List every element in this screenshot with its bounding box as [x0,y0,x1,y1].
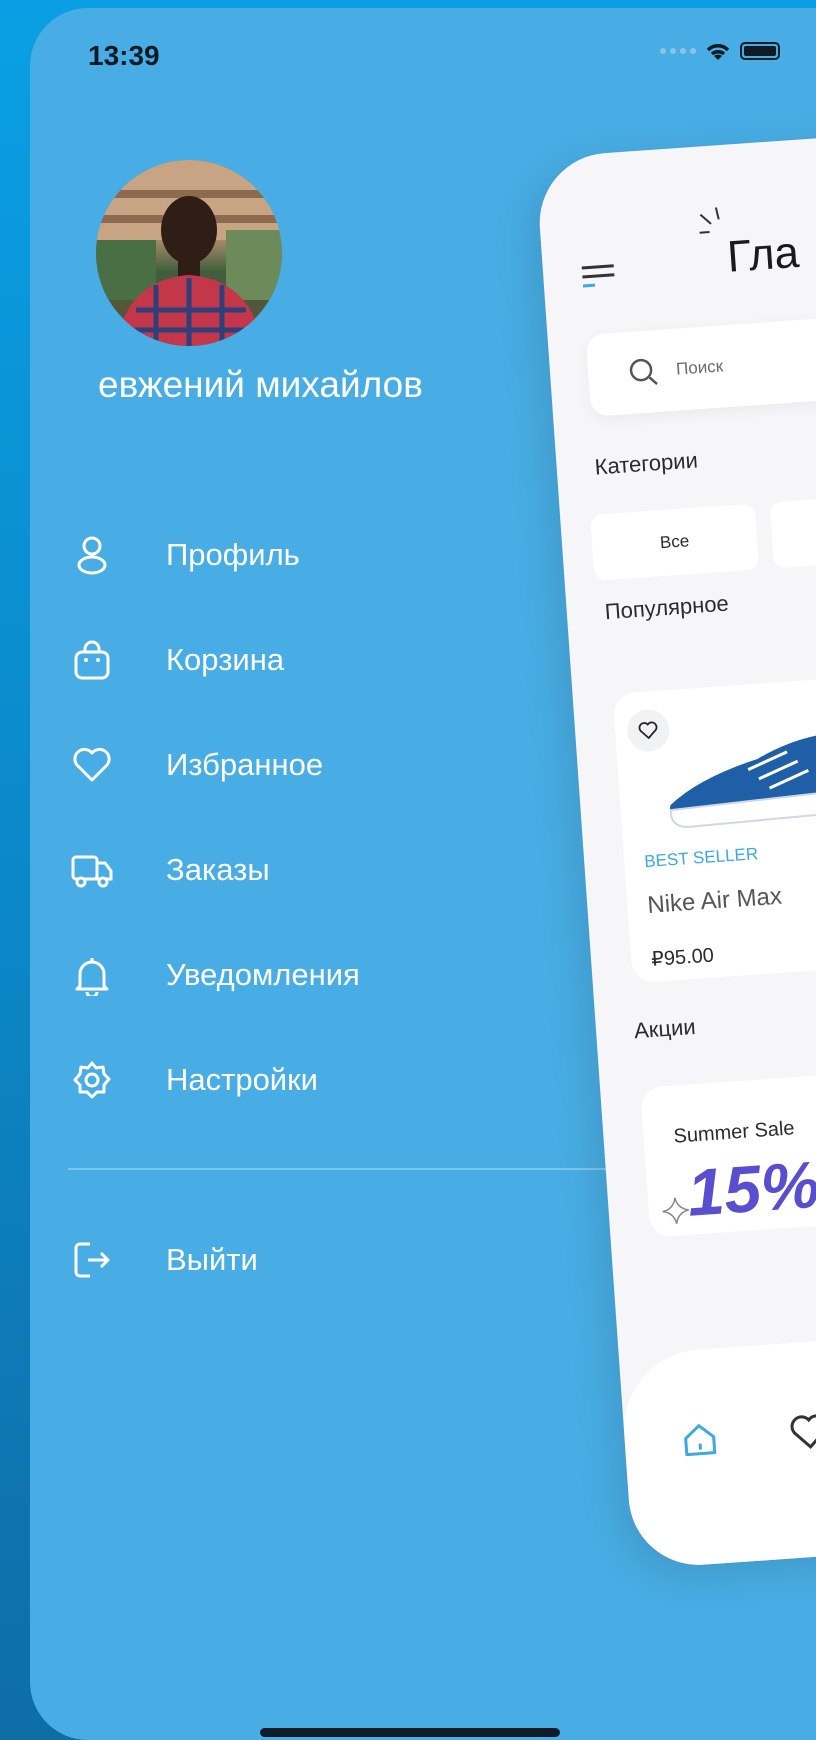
logout-label: Выйти [166,1242,258,1277]
signal-icon [660,48,696,54]
bag-icon [70,638,114,682]
bottom-nav [618,1318,816,1570]
promo-headline: 15% O [684,1142,816,1230]
sparkle-icon [662,1197,689,1224]
promo-banner[interactable]: Summer Sale 15% O [640,1064,816,1238]
gear-icon [70,1058,114,1102]
heart-icon [70,743,114,787]
menu-item-favorites[interactable]: Избранное [70,730,530,800]
menu-label-notifications: Уведомления [166,957,360,992]
avatar[interactable] [96,160,282,346]
product-badge: BEST SELLER [643,844,759,872]
product-card[interactable]: BEST SELLER Nike Air Max ₽95.00 [612,670,816,984]
search-placeholder: Поиск [675,356,724,379]
menu-label-settings: Настройки [166,1062,319,1097]
menu-label-favorites: Избранное [166,747,324,782]
home-icon[interactable] [678,1418,721,1461]
search-icon [629,358,658,385]
person-icon [70,533,114,577]
heart-icon[interactable] [788,1411,816,1454]
truck-icon [70,848,114,892]
product-name: Nike Air Max [646,882,783,919]
shoe-image [669,731,816,829]
menu-label-orders: Заказы [166,852,270,887]
category-chip-all[interactable]: Все [590,503,760,581]
promo-subtitle: Summer Sale [672,1117,796,1148]
menu-item-orders[interactable]: Заказы [70,835,530,905]
user-name: евжений михайлов [98,364,423,405]
logout-button[interactable]: Выйти [70,1225,530,1295]
category-chip[interactable] [769,490,816,569]
status-icons [660,40,780,62]
menu-item-notifications[interactable]: Уведомления [70,940,530,1010]
menu-burger-icon[interactable] [577,258,619,291]
drawer-screen: 13:39 евжений михайлов Профиль Корзина И… [30,8,816,1740]
product-price: ₽95.00 [650,944,715,971]
home-indicator [260,1728,560,1737]
menu-item-cart[interactable]: Корзина [70,625,530,695]
status-time: 13:39 [88,40,160,71]
menu-label-cart: Корзина [166,642,285,677]
menu-label-profile: Профиль [166,537,300,572]
search-field[interactable]: Поиск [585,305,816,417]
logout-icon [70,1238,114,1282]
bell-icon [70,953,114,997]
categories-title: Категории [593,447,699,480]
wifi-icon [706,44,730,60]
menu-item-profile[interactable]: Профиль [70,520,530,590]
avatar-photo [96,160,282,346]
home-screen-preview[interactable]: Гла Поиск Категории Все Популярное BEST … [535,128,816,1570]
screen-title: Гла [725,227,801,282]
promo-title: Акции [633,1013,697,1044]
popular-title: Популярное [603,590,730,625]
menu-item-settings[interactable]: Настройки [70,1045,530,1115]
menu-divider [68,1168,628,1170]
battery-icon [740,42,780,60]
